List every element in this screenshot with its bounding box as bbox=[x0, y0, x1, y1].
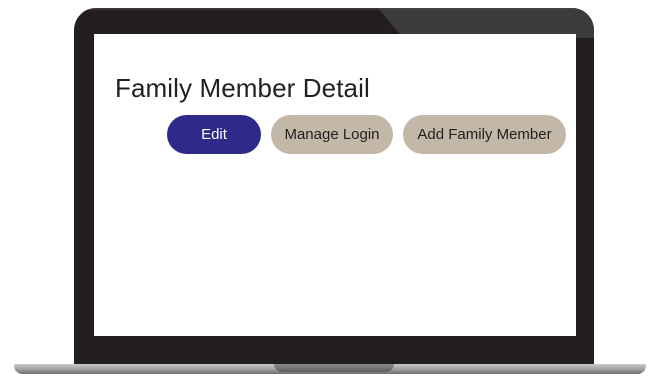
add-family-member-button[interactable]: Add Family Member bbox=[403, 115, 566, 154]
bezel-edge bbox=[74, 8, 594, 10]
laptop-mockup: Family Member Detail Edit Manage Login A… bbox=[0, 0, 660, 376]
action-bar: Edit Manage Login Add Family Member bbox=[167, 115, 566, 154]
manage-login-button[interactable]: Manage Login bbox=[271, 115, 393, 154]
page-title: Family Member Detail bbox=[115, 73, 370, 103]
edit-button[interactable]: Edit bbox=[167, 115, 261, 154]
laptop-screen: Family Member Detail Edit Manage Login A… bbox=[94, 34, 576, 336]
laptop-base-notch bbox=[274, 364, 394, 372]
